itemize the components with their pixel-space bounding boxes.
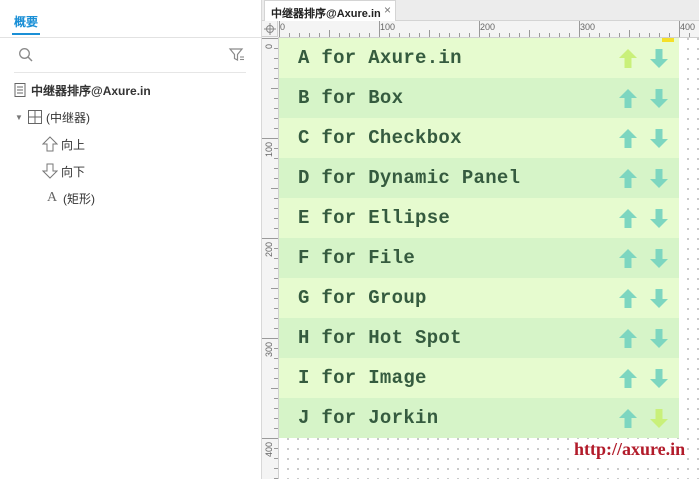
row-label: F for File — [298, 247, 416, 269]
ruler-vertical: 0 100 200 300 400 — [262, 37, 279, 479]
row-label: I for Image — [298, 367, 427, 389]
ruler-label: 0 — [280, 22, 286, 32]
canvas-area: 中继器排序@Axure.in × 0 100 200 300 400 0 100… — [262, 0, 699, 479]
row-label: B for Box — [298, 87, 404, 109]
caret-down-icon[interactable]: ▼ — [15, 113, 27, 122]
row-label: G for Group — [298, 287, 427, 309]
move-down-icon[interactable] — [649, 328, 669, 349]
move-down-icon[interactable] — [649, 48, 669, 69]
arrow-up-icon — [41, 136, 59, 152]
outline-search-row — [14, 44, 246, 73]
filter-icon[interactable] — [228, 46, 246, 64]
move-up-icon[interactable] — [618, 168, 638, 189]
outline-panel: 概要 中继器排序@Axure.in ▼ (中继器) 向上 向下 A (矩形) — [0, 0, 262, 479]
move-down-icon[interactable] — [649, 128, 669, 149]
repeater-row: D for Dynamic Panel — [279, 158, 679, 198]
ruler-label: 200 — [264, 241, 274, 257]
repeater-icon — [27, 109, 43, 125]
ruler-label: 400 — [680, 22, 696, 32]
tree-item-up-label: 向上 — [61, 137, 86, 152]
repeater-row: C for Checkbox — [279, 118, 679, 158]
outline-tabbar: 概要 — [0, 0, 261, 38]
move-up-icon[interactable] — [618, 368, 638, 389]
move-up-icon[interactable] — [618, 208, 638, 229]
ruler-label: 200 — [480, 22, 496, 32]
move-up-icon[interactable] — [618, 328, 638, 349]
repeater-row: F for File — [279, 238, 679, 278]
move-up-icon[interactable] — [618, 248, 638, 269]
move-up-icon[interactable] — [618, 128, 638, 149]
repeater-row: J for Jorkin — [279, 398, 679, 438]
ruler-label: 100 — [380, 22, 396, 32]
repeater-widget[interactable]: A for Axure.in B for Box C for Checkbox D f… — [279, 38, 679, 438]
ruler-label: 0 — [264, 43, 274, 49]
tree-item-rectangle-label: (矩形) — [63, 191, 95, 206]
move-down-icon[interactable] — [649, 168, 669, 189]
ruler-label: 300 — [264, 341, 274, 357]
move-down-icon[interactable] — [649, 368, 669, 389]
row-label: E for Ellipse — [298, 207, 451, 229]
row-label: C for Checkbox — [298, 127, 462, 149]
tree-item-down-label: 向下 — [61, 164, 86, 179]
tab-outline[interactable]: 概要 — [14, 13, 38, 30]
document-tabbar: 中继器排序@Axure.in × — [262, 0, 699, 21]
repeater-row: E for Ellipse — [279, 198, 679, 238]
row-label: A for Axure.in — [298, 47, 462, 69]
move-down-icon[interactable] — [649, 408, 669, 429]
ruler-label: 300 — [580, 22, 596, 32]
repeater-row: I for Image — [279, 358, 679, 398]
move-down-icon[interactable] — [649, 288, 669, 309]
active-tab-indicator — [12, 33, 40, 35]
tree-item-repeater-label: (中继器) — [46, 110, 90, 125]
search-icon[interactable] — [18, 47, 34, 63]
move-down-icon[interactable] — [649, 88, 669, 109]
row-label: D for Dynamic Panel — [298, 167, 521, 189]
arrow-down-icon — [41, 163, 59, 179]
repeater-row: G for Group — [279, 278, 679, 318]
move-up-icon[interactable] — [618, 88, 638, 109]
move-up-icon[interactable] — [618, 48, 638, 69]
move-down-icon[interactable] — [649, 248, 669, 269]
tree-item-repeater[interactable]: ▼ (中继器) — [15, 107, 90, 127]
move-up-icon[interactable] — [618, 408, 638, 429]
document-tab-label: 中继器排序@Axure.in — [271, 8, 381, 20]
ruler-horizontal: 0 100 200 300 400 — [278, 21, 699, 38]
page-icon — [12, 82, 28, 98]
tree-item-page-label: 中继器排序@Axure.in — [31, 83, 151, 98]
design-canvas[interactable]: A for Axure.in B for Box C for Checkbox D f… — [279, 38, 699, 479]
repeater-row: B for Box — [279, 78, 679, 118]
move-down-icon[interactable] — [649, 208, 669, 229]
close-icon[interactable]: × — [384, 3, 391, 17]
row-label: J for Jorkin — [298, 407, 439, 429]
ruler-label: 400 — [264, 441, 274, 457]
text-shape-icon: A — [46, 190, 58, 205]
repeater-row: H for Hot Spot — [279, 318, 679, 358]
tree-item-rectangle[interactable]: A (矩形) — [44, 188, 95, 208]
document-tab[interactable]: 中继器排序@Axure.in × — [264, 0, 396, 21]
row-label: H for Hot Spot — [298, 327, 462, 349]
tree-item-up[interactable]: 向上 — [41, 134, 86, 154]
ruler-corner[interactable] — [262, 21, 278, 37]
move-up-icon[interactable] — [618, 288, 638, 309]
ruler-label: 100 — [264, 141, 274, 157]
selection-marker[interactable] — [662, 38, 674, 42]
repeater-row: A for Axure.in — [279, 38, 679, 78]
watermark: http://axure.in — [572, 439, 688, 460]
tree-item-down[interactable]: 向下 — [41, 161, 86, 181]
tree-item-page[interactable]: 中继器排序@Axure.in — [12, 80, 151, 100]
